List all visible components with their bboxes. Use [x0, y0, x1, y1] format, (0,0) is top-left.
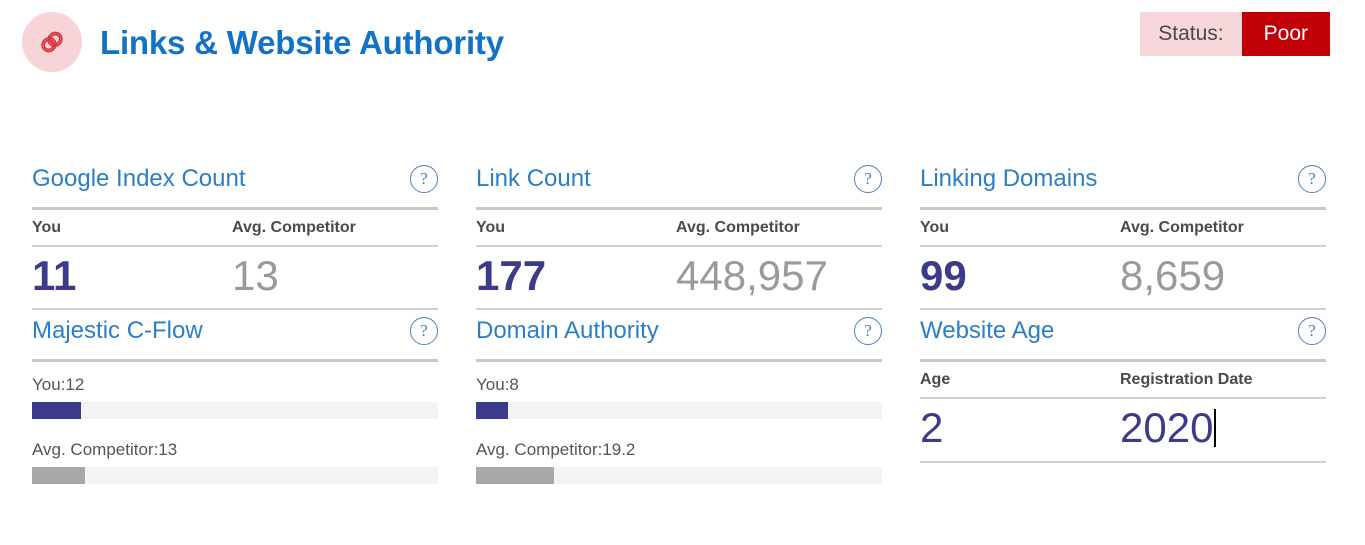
- bar-label-you: You:8: [476, 375, 519, 395]
- stat-value-you: 99: [920, 252, 967, 299]
- metric-card-linking-domains: Linking Domains ? You Avg. Competitor 99…: [920, 158, 1326, 311]
- stat-value-competitor: 8,659: [1120, 252, 1226, 299]
- stat-values: 11 13: [32, 247, 438, 308]
- divider: [920, 460, 1326, 463]
- chain-link-icon: [22, 12, 82, 72]
- bar-label-you: You:12: [32, 375, 85, 395]
- card-title: Link Count: [476, 165, 591, 192]
- text-cursor: [1214, 409, 1217, 448]
- metric-card-domain-authority: Domain Authority ? You:8 Avg. Competitor…: [476, 310, 882, 485]
- stat-value-competitor: 448,957: [676, 252, 828, 299]
- bar-fill-competitor: [32, 467, 85, 485]
- card-header: Majestic C-Flow ?: [32, 310, 438, 352]
- stat-value-you: 11: [32, 252, 77, 299]
- bar-label-competitor: Avg. Competitor:19.2: [476, 440, 636, 460]
- help-icon[interactable]: ?: [1298, 317, 1326, 346]
- metrics-grid: Google Index Count ? You Avg. Competitor…: [32, 158, 1330, 485]
- card-header: Linking Domains ?: [920, 158, 1326, 200]
- column-headers: You Avg. Competitor: [920, 210, 1326, 245]
- stat-value-registration-date: 2020: [1120, 404, 1214, 452]
- stat-values: 177 448,957: [476, 247, 882, 308]
- bar-track-you: [476, 402, 882, 420]
- stat-values: 99 8,659: [920, 247, 1326, 308]
- bar-track-competitor: [476, 467, 882, 485]
- bar-fill-you: [476, 402, 509, 420]
- help-icon[interactable]: ?: [854, 165, 882, 193]
- metric-card-majestic-c-flow: Majestic C-Flow ? You:12 Avg. Competitor…: [32, 310, 438, 485]
- column-header-you: You: [32, 219, 62, 236]
- card-title: Linking Domains: [920, 165, 1098, 192]
- column-headers: You Avg. Competitor: [32, 210, 438, 245]
- card-title: Website Age: [920, 317, 1055, 345]
- page-title: Links & Website Authority: [100, 23, 504, 61]
- metric-card-google-index-count: Google Index Count ? You Avg. Competitor…: [32, 158, 438, 311]
- column-header-competitor: Avg. Competitor: [232, 219, 356, 236]
- stat-value-you: 177: [476, 252, 547, 299]
- column-header-you: You: [920, 219, 950, 236]
- card-header: Website Age ?: [920, 310, 1326, 352]
- column-headers: Age Registration Date: [920, 362, 1326, 397]
- stat-value-competitor: 13: [232, 252, 279, 299]
- column-header-registration-date: Registration Date: [1120, 371, 1253, 389]
- card-title: Domain Authority: [476, 317, 659, 345]
- metric-card-link-count: Link Count ? You Avg. Competitor 177 448…: [476, 158, 882, 311]
- card-header: Link Count ?: [476, 158, 882, 200]
- stat-value-age: 2: [920, 404, 944, 452]
- registration-date-field[interactable]: 2020: [1120, 404, 1326, 452]
- status-badge-label: Status:: [1140, 12, 1242, 56]
- status-badge-value: Poor: [1241, 12, 1330, 56]
- column-header-you: You: [476, 219, 506, 236]
- stat-values: 2 2020: [920, 399, 1326, 460]
- help-icon[interactable]: ?: [410, 317, 438, 346]
- metric-card-website-age: Website Age ? Age Registration Date 2 20…: [920, 310, 1326, 484]
- card-title: Google Index Count: [32, 165, 246, 192]
- column-header-competitor: Avg. Competitor: [676, 219, 800, 236]
- page-header: Links & Website Authority Status: Poor: [0, 0, 1365, 86]
- status-badge: Status: Poor: [1140, 12, 1330, 56]
- column-header-competitor: Avg. Competitor: [1120, 219, 1244, 236]
- bar-group-you: You:12: [32, 362, 438, 420]
- card-header: Domain Authority ?: [476, 310, 882, 352]
- bar-track-competitor: [32, 467, 438, 485]
- column-header-age: Age: [920, 371, 951, 389]
- bar-track-you: [32, 402, 438, 420]
- bar-fill-competitor: [476, 467, 554, 485]
- help-icon[interactable]: ?: [410, 165, 438, 193]
- bar-group-competitor: Avg. Competitor:19.2: [476, 440, 882, 485]
- column-headers: You Avg. Competitor: [476, 210, 882, 245]
- help-icon[interactable]: ?: [1298, 165, 1326, 193]
- bar-group-competitor: Avg. Competitor:13: [32, 440, 438, 485]
- bar-fill-you: [32, 402, 81, 420]
- card-header: Google Index Count ?: [32, 158, 438, 200]
- help-icon[interactable]: ?: [854, 317, 882, 346]
- card-title: Majestic C-Flow: [32, 317, 203, 345]
- header-left-group: Links & Website Authority: [22, 12, 504, 72]
- bar-label-competitor: Avg. Competitor:13: [32, 440, 178, 460]
- bar-group-you: You:8: [476, 362, 882, 420]
